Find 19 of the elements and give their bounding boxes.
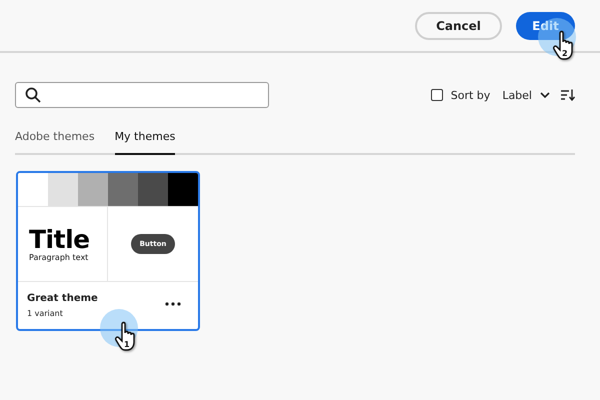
hand-cursor-icon	[551, 30, 575, 61]
sort-checkbox[interactable]	[430, 89, 443, 101]
preview-paragraph: Paragraph text	[29, 252, 90, 262]
theme-name: Great theme	[27, 293, 98, 304]
more-icon[interactable]	[165, 302, 181, 306]
chevron-down-icon	[540, 92, 550, 98]
sort-order-icon[interactable]	[561, 89, 575, 101]
hand-cursor-icon	[113, 321, 137, 352]
search-field[interactable]	[15, 82, 269, 108]
sort-dropdown[interactable]: Label	[502, 88, 550, 102]
step-number: 2	[562, 49, 568, 58]
sort-label: Sort by	[450, 88, 490, 102]
variant-count: 1 variant	[27, 309, 64, 318]
tab[interactable]: My themes	[114, 130, 176, 155]
search-icon	[25, 87, 41, 103]
tab[interactable]: Adobe themes	[15, 130, 95, 155]
step-number: 1	[124, 340, 130, 349]
preview-title: Title	[29, 226, 91, 252]
cancel-button[interactable]: Cancel	[415, 12, 502, 40]
